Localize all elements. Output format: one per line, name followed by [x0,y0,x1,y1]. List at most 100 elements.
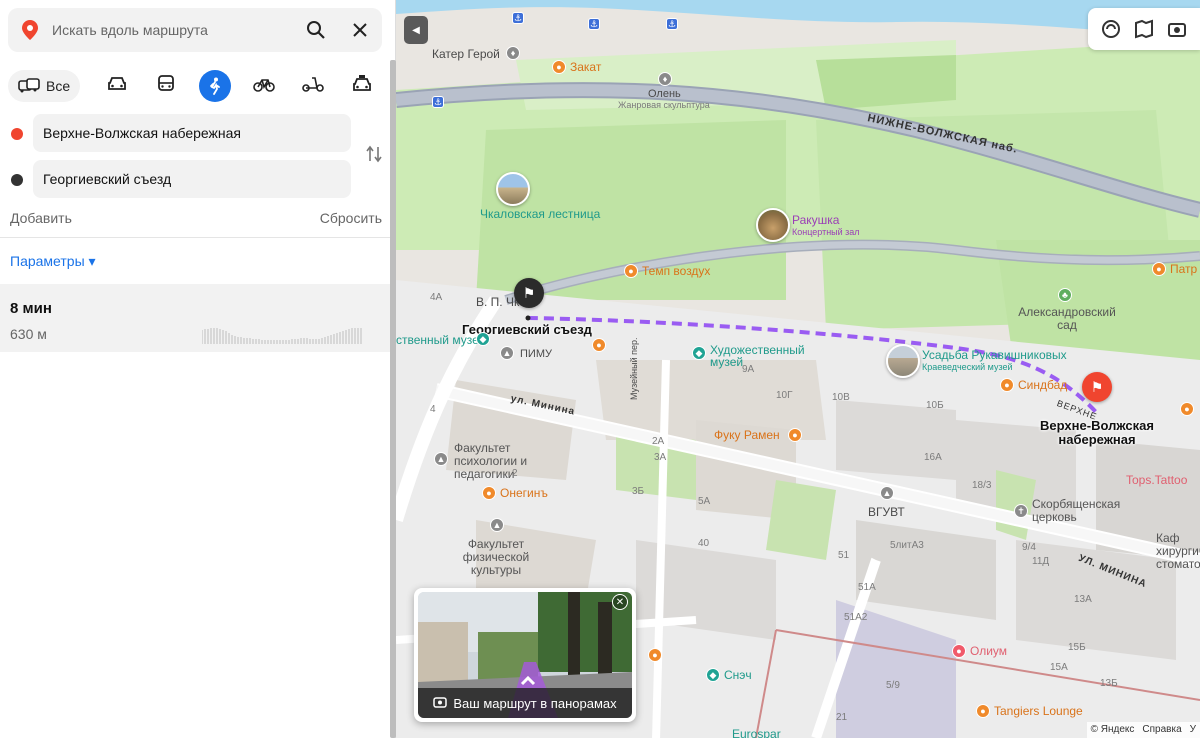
label-usadba[interactable]: Усадьба Рукавишниковых [922,349,1067,361]
reset-route-button[interactable]: Сбросить [320,210,382,226]
map-view[interactable]: ◀ ⚓ ⚓ ⚓ ⚓ Катер Герой ♦ ● Закат ♦ Олень … [396,0,1200,738]
house-number: 15Б [1068,642,1086,653]
mode-bike-button[interactable] [239,70,288,102]
route-actions: Добавить Сбросить [10,210,382,226]
restaurant-icon[interactable]: ● [482,486,496,500]
label-tops[interactable]: Tops.Tattoo [1126,474,1187,486]
label-muzei-left[interactable]: ственный музей [396,334,485,346]
park-icon[interactable]: ♣ [1058,288,1072,302]
mode-all-label: Все [46,78,71,94]
label-zakat[interactable]: Закат [570,61,601,73]
restaurant-icon[interactable]: ● [592,338,606,352]
copyright-extra[interactable]: У [1190,724,1196,736]
search-input[interactable] [52,22,294,38]
swap-icon[interactable] [362,142,386,166]
label-kaf[interactable]: Каф хирургиче стомато [1156,532,1200,571]
label-sindbad[interactable]: Синдбад [1018,379,1067,391]
layers-icon[interactable] [1098,16,1124,42]
mode-bus-button[interactable] [141,70,190,102]
transit-stop-icon[interactable]: ⚓ [432,96,444,108]
panorama-icon [433,695,448,712]
house-number: 4А [430,292,443,303]
panorama-camera-icon[interactable] [1164,16,1190,42]
pier-icon[interactable]: ⚓ [588,18,600,30]
university-icon[interactable]: ▲ [490,518,504,532]
copyright-yandex[interactable]: © Яндекс [1091,724,1135,736]
label-vguvt[interactable]: ВГУВТ [868,506,905,518]
mode-walk-button[interactable] [190,70,239,102]
restaurant-icon[interactable]: ● [976,704,990,718]
restaurant-icon[interactable]: ● [552,60,566,74]
label-pimu[interactable]: ПИМУ [520,348,552,360]
mode-scooter-button[interactable] [288,70,337,102]
label-fak-psych[interactable]: Факультет психологии и педагогики [454,442,544,481]
label-snech[interactable]: Снэч [724,669,752,681]
label-chkalov[interactable]: Чкаловская лестница [480,208,600,220]
museum-icon[interactable]: ◆ [476,332,490,346]
route-to-field[interactable]: Георгиевский съезд [33,160,351,198]
panorama-card[interactable]: ✕ Ваш маршрут в панорамах [414,588,636,722]
label-tangiers[interactable]: Tangiers Lounge [994,705,1083,717]
label-verkhne[interactable]: Верхне-Волжская набережная [1036,419,1158,447]
house-number: 9А [742,364,755,375]
university-icon[interactable]: ▲ [880,486,894,500]
museum-icon[interactable]: ◆ [692,346,706,360]
mode-taxi-button[interactable] [337,70,386,102]
house-number: 2 [512,468,518,479]
label-eurospar[interactable]: Eurospar [732,728,781,738]
photo-marker-chkalov[interactable] [496,172,530,206]
label-kater[interactable]: Катер Герой [432,48,500,60]
label-onegin[interactable]: Онегинъ [500,487,548,499]
restaurant-icon[interactable]: ● [1152,262,1166,276]
panorama-caption-text: Ваш маршрут в панорамах [453,695,617,711]
pier-icon[interactable]: ⚓ [666,18,678,30]
copyright-help[interactable]: Справка [1142,724,1181,736]
map-copyright: © Яндекс Справка У [1086,722,1200,738]
label-temp[interactable]: Темп воздух [642,265,710,277]
university-icon[interactable]: ▲ [434,452,448,466]
church-icon[interactable]: ✝ [1014,504,1028,518]
label-oliu[interactable]: Олиум [970,645,1007,657]
add-point-button[interactable]: Добавить [10,210,72,226]
restaurant-icon[interactable]: ● [1000,378,1014,392]
sculpture-icon[interactable]: ♦ [658,72,672,86]
restaurant-icon[interactable]: ● [648,648,662,662]
route-start-pin[interactable]: ⚑ [1082,372,1112,402]
label-patr[interactable]: Патр [1170,263,1197,275]
label-fuku[interactable]: Фуку Рамен [714,429,780,441]
search-icon[interactable] [294,8,338,52]
pier-icon[interactable]: ⚓ [512,12,524,24]
restaurant-icon[interactable]: ● [788,428,802,442]
params-dropdown[interactable]: Параметры ▾ [10,253,96,270]
sidebar-scrollbar[interactable] [390,60,396,738]
house-number: 51 [838,550,850,561]
route-option-card[interactable]: 8 мин 630 м [0,284,390,352]
restaurant-icon[interactable]: ● [624,264,638,278]
mode-car-button[interactable] [92,70,141,102]
shop-icon[interactable]: ● [952,644,966,658]
photo-marker-usadba[interactable] [886,344,920,378]
restaurant-icon[interactable]: ● [1180,402,1194,416]
close-icon[interactable] [338,8,382,52]
cafe-icon[interactable]: ◆ [706,668,720,682]
university-icon[interactable]: ▲ [500,346,514,360]
label-skorb[interactable]: Скорбященская церковь [1032,498,1142,524]
photo-marker-rakushka[interactable] [756,208,790,242]
monument-icon[interactable]: ♦ [506,46,520,60]
location-pin-icon [8,20,52,40]
panorama-caption[interactable]: Ваш маршрут в панорамах [418,688,632,718]
house-number: 51А2 [844,612,868,623]
collapse-sidebar-button[interactable]: ◀ [404,16,428,44]
house-number: 9/4 [1022,542,1036,553]
house-number: 2А [652,436,665,447]
mode-all-button[interactable]: Все [8,70,81,102]
map-book-icon[interactable] [1131,16,1157,42]
label-khud[interactable]: Художественный музей [710,344,840,368]
label-vp-chk: В. П. Чк [476,295,520,309]
close-icon[interactable]: ✕ [612,594,628,610]
route-end-pin[interactable]: ⚑ [514,278,544,308]
label-fak-fiz[interactable]: Факультет физической культуры [456,538,536,577]
route-from-field[interactable]: Верхне-Волжская набережная [33,114,351,152]
label-aleks[interactable]: Александровский сад [1010,306,1124,332]
label-rakushka[interactable]: Ракушка [792,214,839,226]
